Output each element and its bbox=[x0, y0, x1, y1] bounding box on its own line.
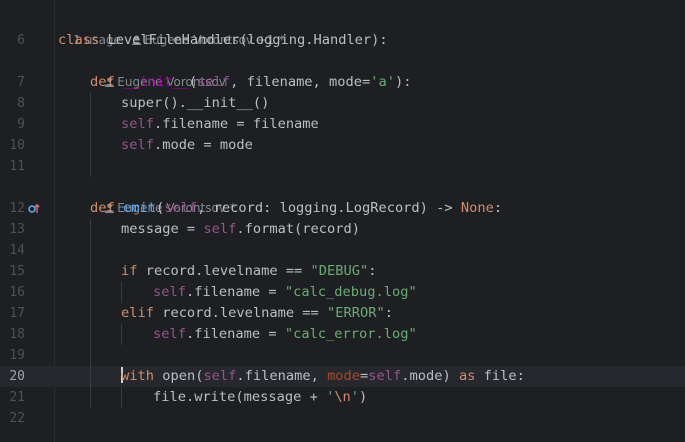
code-line-7[interactable]: 7 def __init__(self, filename, mode='a')… bbox=[0, 72, 685, 93]
code-line-12[interactable]: 12 def emit(self, record: logging.LogRec… bbox=[0, 198, 685, 219]
code-line-18[interactable]: 18 self.filename = "calc_error.log" bbox=[0, 324, 685, 345]
line-number: 16 bbox=[9, 285, 25, 300]
code-line-17[interactable]: 17 elif record.levelname == "ERROR": bbox=[0, 303, 685, 324]
line-number: 18 bbox=[9, 327, 25, 342]
code-line-14[interactable]: 14 bbox=[0, 240, 685, 261]
line-number: 11 bbox=[9, 159, 25, 174]
code-editor[interactable]: 1 usage Eugene Vorontsov +1 * 6 class Le… bbox=[0, 0, 685, 442]
line-number: 20 bbox=[9, 369, 25, 384]
line-number: 6 bbox=[17, 33, 25, 48]
indent-guide bbox=[121, 324, 122, 345]
line-number: 10 bbox=[9, 138, 25, 153]
indent-guide bbox=[121, 387, 122, 408]
line-number: 17 bbox=[9, 306, 25, 321]
code-line-20[interactable]: 20 with open(self.filename, mode=self.mo… bbox=[0, 366, 685, 387]
code-text: file.write(message + '\n') bbox=[153, 389, 368, 405]
indent-guide bbox=[90, 93, 91, 177]
code-line-15[interactable]: 15 if record.levelname == "DEBUG": bbox=[0, 261, 685, 282]
code-text: class LevelFileHandler(logging.Handler): bbox=[58, 32, 388, 48]
code-text: if record.levelname == "DEBUG": bbox=[121, 263, 377, 279]
code-text: def __init__(self, filename, mode='a'): bbox=[90, 74, 412, 90]
line-number: 22 bbox=[9, 411, 25, 426]
code-line-21[interactable]: 21 file.write(message + '\n') bbox=[0, 387, 685, 408]
code-line-10[interactable]: 10 self.mode = mode bbox=[0, 135, 685, 156]
code-text: def emit(self, record: logging.LogRecord… bbox=[90, 200, 503, 216]
inlay-hint-emit[interactable]: Eugene Vorontsov * bbox=[90, 177, 236, 215]
code-text: super().__init__() bbox=[121, 95, 270, 111]
code-text: with open(self.filename, mode=self.mode)… bbox=[121, 367, 525, 384]
line-number: 15 bbox=[9, 264, 25, 279]
line-number: 21 bbox=[9, 390, 25, 405]
code-line-9[interactable]: 9 self.filename = filename bbox=[0, 114, 685, 135]
line-number: 12 bbox=[9, 201, 25, 216]
line-number: 14 bbox=[9, 243, 25, 258]
code-line-22[interactable]: 22 bbox=[0, 408, 685, 429]
line-number: 13 bbox=[9, 222, 25, 237]
indent-guide bbox=[121, 282, 122, 303]
code-text: self.filename = filename bbox=[121, 116, 319, 132]
line-number: 19 bbox=[9, 348, 25, 363]
code-text: self.mode = mode bbox=[121, 137, 253, 153]
code-text: message = self.format(record) bbox=[121, 221, 360, 237]
code-text: elif record.levelname == "ERROR": bbox=[121, 305, 393, 321]
code-text: self.filename = "calc_error.log" bbox=[153, 326, 417, 342]
code-text: self.filename = "calc_debug.log" bbox=[153, 284, 417, 300]
line-number: 9 bbox=[17, 117, 25, 132]
override-icon[interactable] bbox=[28, 203, 40, 214]
code-line-19[interactable]: 19 bbox=[0, 345, 685, 366]
code-line-11[interactable]: 11 bbox=[0, 156, 685, 177]
code-line-16[interactable]: 16 self.filename = "calc_debug.log" bbox=[0, 282, 685, 303]
code-line-13[interactable]: 13 message = self.format(record) bbox=[0, 219, 685, 240]
inlay-hint-init[interactable]: Eugene Vorontsov bbox=[90, 51, 226, 89]
line-number: 8 bbox=[17, 96, 25, 111]
line-number: 7 bbox=[17, 75, 25, 90]
indent-guide bbox=[90, 219, 91, 408]
inlay-hint-class[interactable]: 1 usage Eugene Vorontsov +1 * bbox=[58, 9, 284, 47]
code-line-8[interactable]: 8 super().__init__() bbox=[0, 93, 685, 114]
code-line-6[interactable]: 6 class LevelFileHandler(logging.Handler… bbox=[0, 30, 685, 51]
